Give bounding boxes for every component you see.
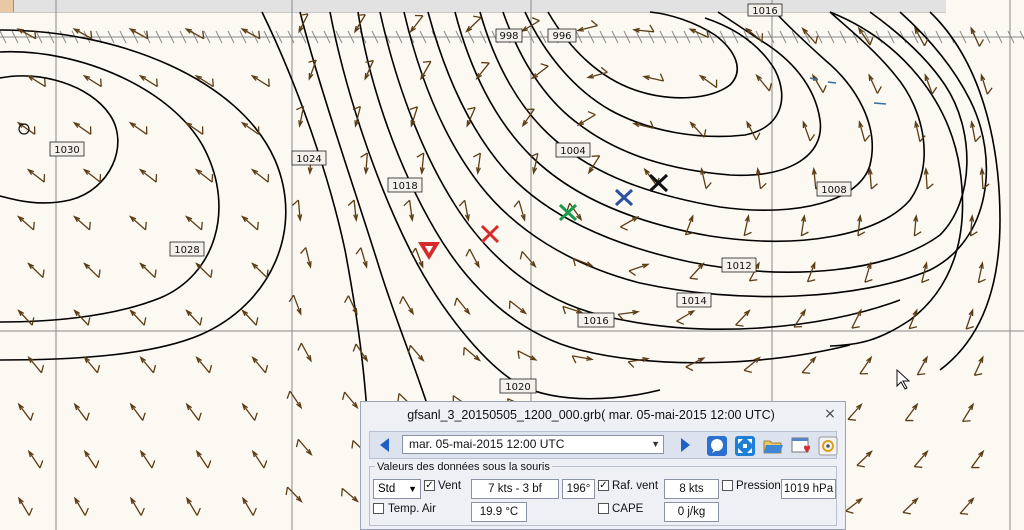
direction-value: 196°	[562, 479, 595, 499]
pression-label: Pression	[736, 480, 781, 492]
isobar-label: 1030	[54, 145, 79, 156]
chevron-down-icon: ▼	[651, 439, 660, 449]
cape-value: 0 j/kg	[664, 502, 719, 522]
red-cross-marker[interactable]	[480, 224, 500, 244]
isobar-label: 998	[499, 31, 518, 42]
prev-arrow-icon[interactable]	[376, 436, 394, 454]
raf-vent-value: 8 kts	[664, 479, 719, 499]
mouse-cursor-icon	[896, 368, 911, 390]
isobar-label: 1016	[583, 316, 608, 327]
display-mode-value: Std	[378, 483, 396, 495]
vent-checkbox[interactable]: ✓	[424, 480, 435, 491]
fit-icon[interactable]	[734, 435, 756, 457]
raf-vent-label: Raf. vent	[612, 480, 659, 492]
isobar-label: 1018	[392, 181, 417, 192]
raf-vent-checkbox[interactable]: ✓	[598, 480, 609, 491]
open-file-icon[interactable]	[762, 435, 784, 457]
vent-label: Vent	[438, 480, 462, 492]
isobar-label: 1016	[752, 6, 777, 17]
pression-checkbox[interactable]	[722, 480, 733, 491]
temp-air-checkbox[interactable]	[373, 503, 384, 514]
settings-icon[interactable]	[817, 435, 839, 457]
panel-title: gfsanl_3_20150505_1200_000.grb( mar. 05-…	[407, 408, 775, 422]
isobar-label: 1004	[560, 146, 585, 157]
date-navigation-bar: mar. 05-mai-2015 12:00 UTC ▼	[369, 431, 839, 459]
isobar-label: 1020	[505, 382, 530, 393]
favorites-icon[interactable]	[790, 435, 812, 457]
blue-cross-marker[interactable]	[614, 188, 634, 207]
chevron-down-icon: ▼	[408, 484, 417, 494]
red-triangle-marker[interactable]	[418, 242, 440, 260]
cape-checkbox[interactable]	[598, 503, 609, 514]
vent-value: 7 kts - 3 bf	[471, 479, 559, 499]
date-select-value: mar. 05-mai-2015 12:00 UTC	[409, 437, 565, 451]
mouse-values-group	[369, 466, 837, 526]
group-title: Valeurs des données sous la souris	[375, 461, 552, 473]
temp-air-label: Temp. Air	[388, 503, 436, 515]
coastline-fragments	[809, 77, 887, 105]
isobar-label: 1028	[174, 245, 199, 256]
zoom-icon[interactable]	[706, 435, 728, 457]
isobar-label: 1012	[726, 261, 751, 272]
cape-label: CAPE	[612, 503, 644, 515]
date-select[interactable]: mar. 05-mai-2015 12:00 UTC ▼	[402, 435, 664, 454]
close-icon[interactable]: ×	[823, 407, 837, 421]
mouse-data-panel[interactable]: gfsanl_3_20150505_1200_000.grb( mar. 05-…	[360, 401, 846, 530]
temp-air-value: 19.9 °C	[471, 502, 527, 522]
isobar-label: 1008	[821, 185, 846, 196]
isobar-label: 1014	[681, 296, 706, 307]
display-mode-select[interactable]: Std ▼	[373, 479, 421, 499]
isobar-label: 1024	[296, 154, 321, 165]
isobar-label: 996	[552, 31, 571, 42]
pression-value: 1019 hPa	[781, 479, 836, 499]
next-arrow-icon[interactable]	[676, 436, 694, 454]
black-cross-marker[interactable]	[648, 173, 669, 193]
